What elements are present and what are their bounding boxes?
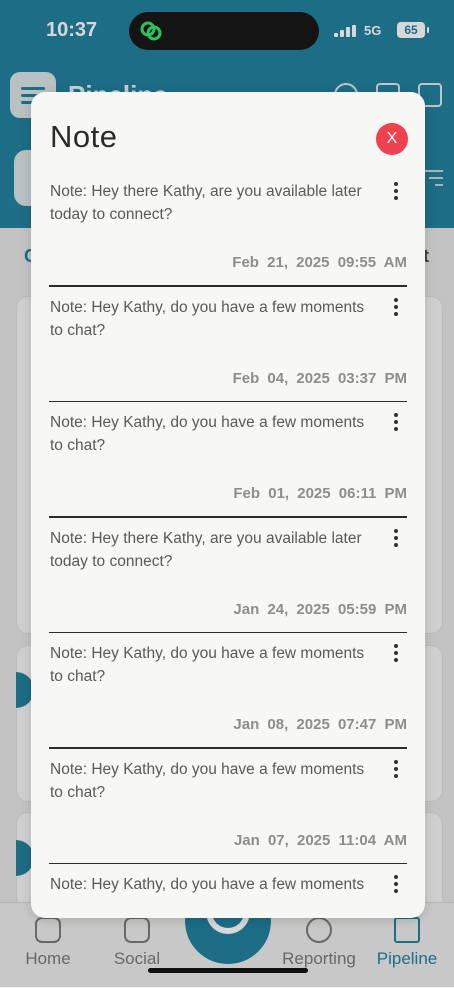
note-item: Note: Hey Kathy, do you have a few momen… xyxy=(49,288,407,404)
note-item: Note: Hey Kathy, do you have a few momen… xyxy=(49,403,407,519)
divider xyxy=(49,516,407,518)
home-indicator xyxy=(148,968,308,973)
more-options-icon[interactable] xyxy=(391,759,401,778)
more-options-icon[interactable] xyxy=(391,528,401,547)
note-text: Note: Hey Kathy, do you have a few momen… xyxy=(50,414,365,454)
note-item: Note: Hey Kathy, do you have a few momen… xyxy=(49,865,407,918)
note-text: Note: Hey there Kathy, are you available… xyxy=(50,183,362,223)
note-text: Note: Hey Kathy, do you have a few momen… xyxy=(50,876,365,893)
note-text: Note: Hey there Kathy, are you available… xyxy=(50,529,362,570)
more-options-icon[interactable] xyxy=(391,297,401,316)
note-text: Note: Hey Kathy, do you have a few momen… xyxy=(50,760,365,801)
modal-title: Note xyxy=(50,119,118,154)
more-options-icon[interactable] xyxy=(391,182,401,200)
divider xyxy=(49,747,407,749)
note-item: Note: Hey there Kathy, are you available… xyxy=(49,519,407,635)
note-modal: Note X Note: Hey there Kathy, are you av… xyxy=(31,92,425,918)
divider xyxy=(49,400,407,402)
note-list: Note: Hey there Kathy, are you available… xyxy=(49,172,407,918)
note-date: Feb 01, 2025 06:11 PM xyxy=(233,485,407,502)
note-item: Note: Hey there Kathy, are you available… xyxy=(49,172,407,288)
divider xyxy=(49,631,407,633)
note-item: Note: Hey Kathy, do you have a few momen… xyxy=(49,634,407,750)
note-date: Jan 07, 2025 11:04 AM xyxy=(233,831,407,849)
more-options-icon[interactable] xyxy=(391,644,401,662)
note-date: Feb 21, 2025 09:55 AM xyxy=(232,254,407,271)
divider xyxy=(49,862,407,864)
more-options-icon[interactable] xyxy=(391,875,401,893)
note-date: Jan 24, 2025 05:59 PM xyxy=(233,600,407,618)
note-date: Feb 04, 2025 03:37 PM xyxy=(232,369,407,387)
close-button[interactable]: X xyxy=(376,123,408,155)
note-text: Note: Hey Kathy, do you have a few momen… xyxy=(50,298,365,339)
note-date: Jan 08, 2025 07:47 PM xyxy=(233,716,407,733)
more-options-icon[interactable] xyxy=(391,413,401,431)
note-text: Note: Hey Kathy, do you have a few momen… xyxy=(50,645,365,685)
divider xyxy=(49,285,407,287)
note-item: Note: Hey Kathy, do you have a few momen… xyxy=(49,750,407,866)
